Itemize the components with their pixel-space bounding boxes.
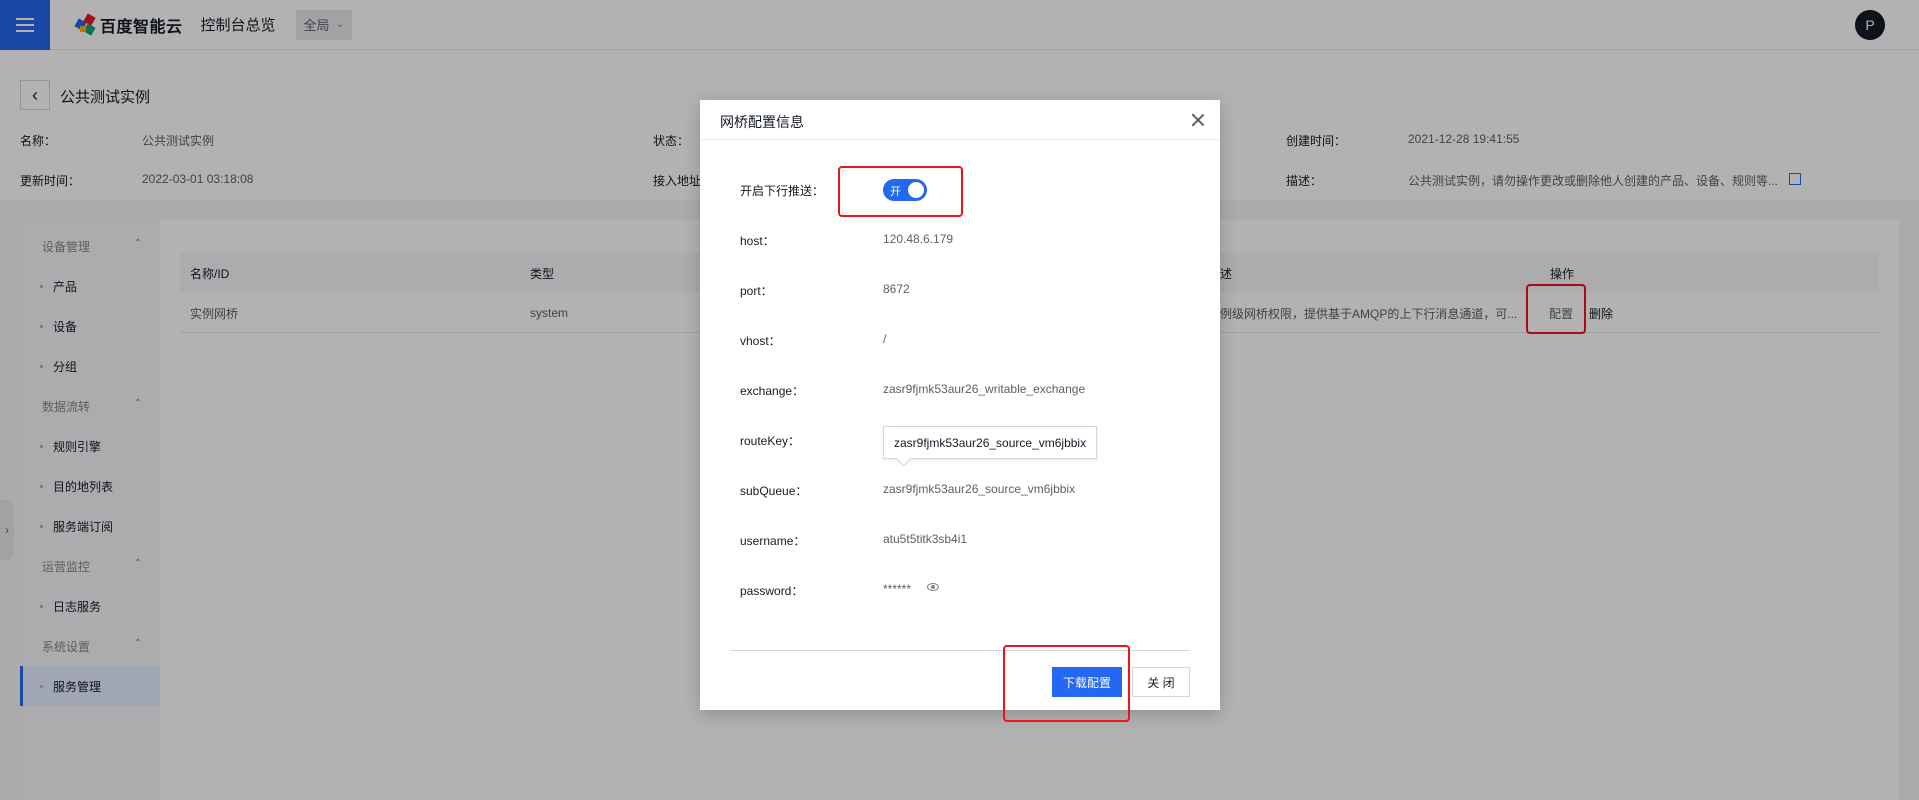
port-value: 8672 xyxy=(883,282,910,296)
password-label: password： xyxy=(740,584,804,598)
dialog-title: 网桥配置信息 xyxy=(720,114,804,130)
username-label: username： xyxy=(740,534,806,548)
close-button[interactable]: 关 闭 xyxy=(1132,667,1190,697)
highlight-push-switch xyxy=(838,166,963,217)
dialog-header: 网桥配置信息 xyxy=(700,100,1220,140)
vhost-label: vhost： xyxy=(740,334,781,348)
exchange-value: zasr9fjmk53aur26_writable_exchange xyxy=(883,382,1086,396)
exchange-label: exchange： xyxy=(740,384,805,398)
routekey-tooltip: zasr9fjmk53aur26_source_vm6jbbix xyxy=(883,426,1098,459)
host-value: 120.48.6.179 xyxy=(883,232,954,246)
port-label: port： xyxy=(740,284,773,298)
push-label: 开启下行推送： xyxy=(740,184,825,198)
password-value: ****** xyxy=(883,582,912,596)
subqueue-label: subQueue： xyxy=(740,484,808,498)
subqueue-value: zasr9fjmk53aur26_source_vm6jbbix xyxy=(883,482,1076,496)
highlight-download-button xyxy=(1003,645,1130,722)
routekey-label: routeKey： xyxy=(740,434,801,448)
close-icon[interactable] xyxy=(1188,110,1208,130)
username-value: atu5t5titk3sb4i1 xyxy=(883,532,968,546)
eye-icon[interactable] xyxy=(927,583,939,591)
vhost-value: / xyxy=(883,332,887,346)
host-label: host： xyxy=(740,234,775,248)
